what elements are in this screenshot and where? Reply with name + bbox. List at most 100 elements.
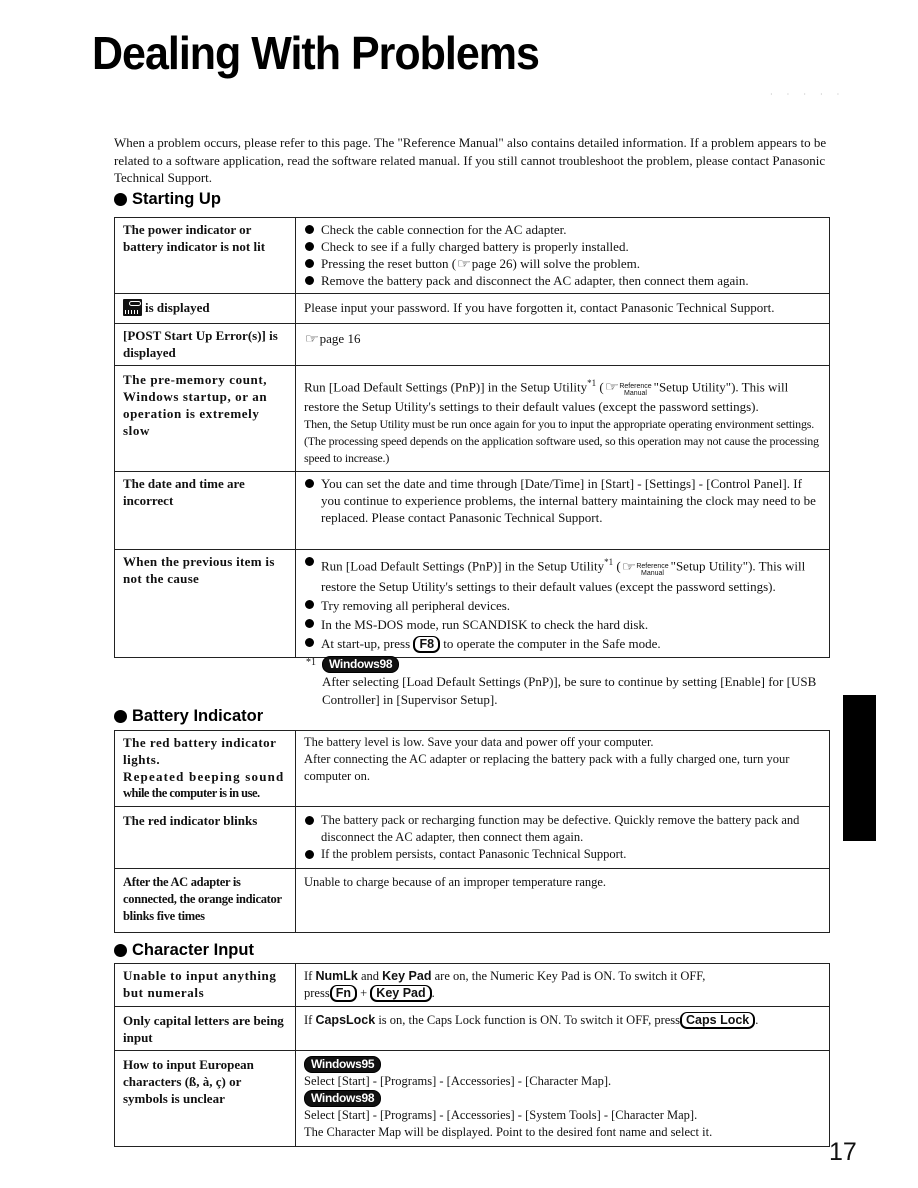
- problem-cell: The red indicator blinks: [114, 806, 296, 869]
- solution-text: and: [360, 969, 380, 983]
- problem-cell: [POST Start Up Error(s)] is displayed: [114, 323, 296, 366]
- solution-text: .: [755, 1013, 759, 1027]
- list-item: Check the cable connection for the AC ad…: [304, 221, 823, 238]
- solution-cell: Unable to charge because of an improper …: [295, 868, 830, 933]
- problem-cell: The date and time are incorrect: [114, 471, 296, 551]
- problem-cell: Only capital letters are being input: [114, 1006, 296, 1051]
- plus-sign: +: [360, 986, 368, 1000]
- solution-cell: The battery pack or recharging function …: [295, 806, 830, 869]
- table-row: The pre-memory count, Windows startup, o…: [114, 364, 830, 473]
- key-caps-lock: Caps Lock: [680, 1012, 756, 1029]
- problem-text: Repeated beeping sound: [123, 769, 285, 784]
- solution-text: If: [304, 969, 313, 983]
- windows98-badge: Windows98: [322, 656, 400, 673]
- solution-cell: Please input your password. If you have …: [295, 293, 830, 324]
- section-bullet-icon: [114, 710, 127, 723]
- solution-text: is on, the Caps Lock function is ON. To …: [378, 1013, 681, 1027]
- table-row: After the AC adapter is connected, the o…: [114, 868, 830, 933]
- windows95-badge: Windows95: [304, 1056, 382, 1073]
- solution-text: Select [Start] - [Programs] - [Accessori…: [304, 1074, 612, 1088]
- problem-text: is displayed: [145, 300, 210, 315]
- solution-text: press: [304, 986, 330, 1000]
- solution-text: are on, the Numeric Key Pad is ON. To sw…: [434, 969, 706, 983]
- section-heading-battery-indicator: Battery Indicator: [114, 707, 263, 726]
- ref-bottom: Manual: [641, 569, 664, 577]
- problem-cell: How to input European characters (ß, à, …: [114, 1050, 296, 1147]
- problem-cell: The power indicator or battery indicator…: [114, 217, 296, 294]
- list-item-text: Run [Load Default Settings (PnP)] in the…: [321, 558, 605, 574]
- key-keypad: Key Pad: [370, 985, 432, 1002]
- problem-text: while the computer is in use.: [123, 786, 260, 800]
- list-item: You can set the date and time through [D…: [304, 475, 823, 526]
- page-title: Dealing With Problems: [92, 28, 540, 80]
- list-item: In the MS-DOS mode, run SCANDISK to chec…: [304, 615, 823, 634]
- keyword-capslock: CapsLock: [315, 1013, 376, 1027]
- list-item: Pressing the reset button (☞page 26) wil…: [304, 255, 823, 272]
- page-reference-link[interactable]: page 26: [472, 256, 513, 271]
- solution-cell: If CapsLock is on, the Caps Lock functio…: [295, 1006, 830, 1051]
- page-number: 17: [829, 1138, 857, 1166]
- list-item: If the problem persists, contact Panason…: [304, 846, 823, 863]
- section-heading-character-input: Character Input: [114, 941, 254, 960]
- reference-manual-label[interactable]: Reference Manual: [636, 563, 668, 577]
- list-item-text: ) will solve the problem.: [512, 256, 640, 271]
- password-key-icon: [123, 299, 142, 316]
- windows98-badge: Windows98: [304, 1090, 382, 1107]
- intro-paragraph: When a problem occurs, please refer to t…: [114, 135, 827, 185]
- pointing-hand-icon: ☞: [604, 379, 619, 395]
- page-reference-link[interactable]: page 16: [320, 331, 361, 346]
- scan-artifact: · · · · ·: [770, 90, 846, 99]
- ref-top: Reference: [619, 383, 652, 391]
- solution-text: The Character Map will be displayed. Poi…: [304, 1125, 713, 1139]
- solution-cell: Run [Load Default Settings (PnP)] in the…: [295, 549, 830, 659]
- section-title: Battery Indicator: [132, 707, 264, 725]
- problem-cell: is displayed: [114, 293, 296, 324]
- solution-text: If: [304, 1013, 313, 1027]
- key-fn: Fn: [329, 985, 357, 1002]
- table-row: Only capital letters are being input If …: [114, 1006, 830, 1051]
- solution-text: Then, the Setup Utility must be run once…: [304, 417, 819, 466]
- problem-cell: The red battery indicator lights. Repeat…: [114, 730, 296, 807]
- solution-cell: ☞page 16: [295, 323, 830, 366]
- table-row: The red indicator blinks The battery pac…: [114, 806, 830, 869]
- table-row: The date and time are incorrect You can …: [114, 471, 830, 551]
- solution-text: (: [596, 379, 604, 395]
- list-item-text: Pressing the reset button (: [321, 256, 457, 271]
- problem-cell: When the previous item is not the cause: [114, 549, 296, 659]
- solution-cell: Run [Load Default Settings (PnP)] in the…: [295, 364, 830, 473]
- list-item: Check to see if a fully charged battery …: [304, 238, 823, 255]
- problem-cell: After the AC adapter is connected, the o…: [114, 868, 296, 933]
- character-input-table: Unable to input anything but numerals If…: [114, 963, 830, 1147]
- solution-cell: Windows95 Select [Start] - [Programs] - …: [295, 1050, 830, 1147]
- pointing-hand-icon: ☞: [456, 256, 471, 271]
- chapter-tab-marker: [843, 695, 876, 841]
- list-item: Try removing all peripheral devices.: [304, 596, 823, 615]
- table-row: is displayed Please input your password.…: [114, 293, 830, 324]
- footnote-mark: *1: [306, 657, 316, 668]
- ref-bottom: Manual: [624, 390, 647, 398]
- key-f8: F8: [413, 635, 441, 653]
- list-item: The battery pack or recharging function …: [304, 812, 823, 846]
- table-row: [POST Start Up Error(s)] is displayed ☞p…: [114, 323, 830, 366]
- table-row: The red battery indicator lights. Repeat…: [114, 730, 830, 807]
- solution-cell: If NumLk and Key Pad are on, the Numeric…: [295, 963, 830, 1007]
- section-title: Character Input: [132, 941, 254, 959]
- solution-cell: The battery level is low. Save your data…: [295, 730, 830, 807]
- footnote: *1 Windows98 After selecting [Load Defaul…: [306, 654, 826, 708]
- list-item-text: to operate the computer in the Safe mode…: [443, 635, 661, 651]
- reference-manual-label[interactable]: Reference Manual: [619, 383, 651, 397]
- footnote-text: After selecting [Load Default Settings (…: [322, 674, 817, 707]
- section-bullet-icon: [114, 193, 127, 206]
- problem-text: The red battery indicator lights.: [123, 735, 277, 767]
- list-item: Run [Load Default Settings (PnP)] in the…: [304, 553, 823, 595]
- keyword-numlk: NumLk: [315, 969, 358, 983]
- footnote-mark: *1: [604, 557, 614, 568]
- battery-indicator-table: The red battery indicator lights. Repeat…: [114, 730, 830, 933]
- solution-text: Select [Start] - [Programs] - [Accessori…: [304, 1108, 698, 1122]
- list-item-text: At start-up, press: [321, 635, 411, 651]
- table-row: Unable to input anything but numerals If…: [114, 963, 830, 1007]
- solution-text: After connecting the AC adapter or repla…: [304, 752, 790, 783]
- solution-text: The battery level is low. Save your data…: [304, 735, 654, 749]
- problem-cell: Unable to input anything but numerals: [114, 963, 296, 1007]
- list-item-text: (: [613, 558, 621, 574]
